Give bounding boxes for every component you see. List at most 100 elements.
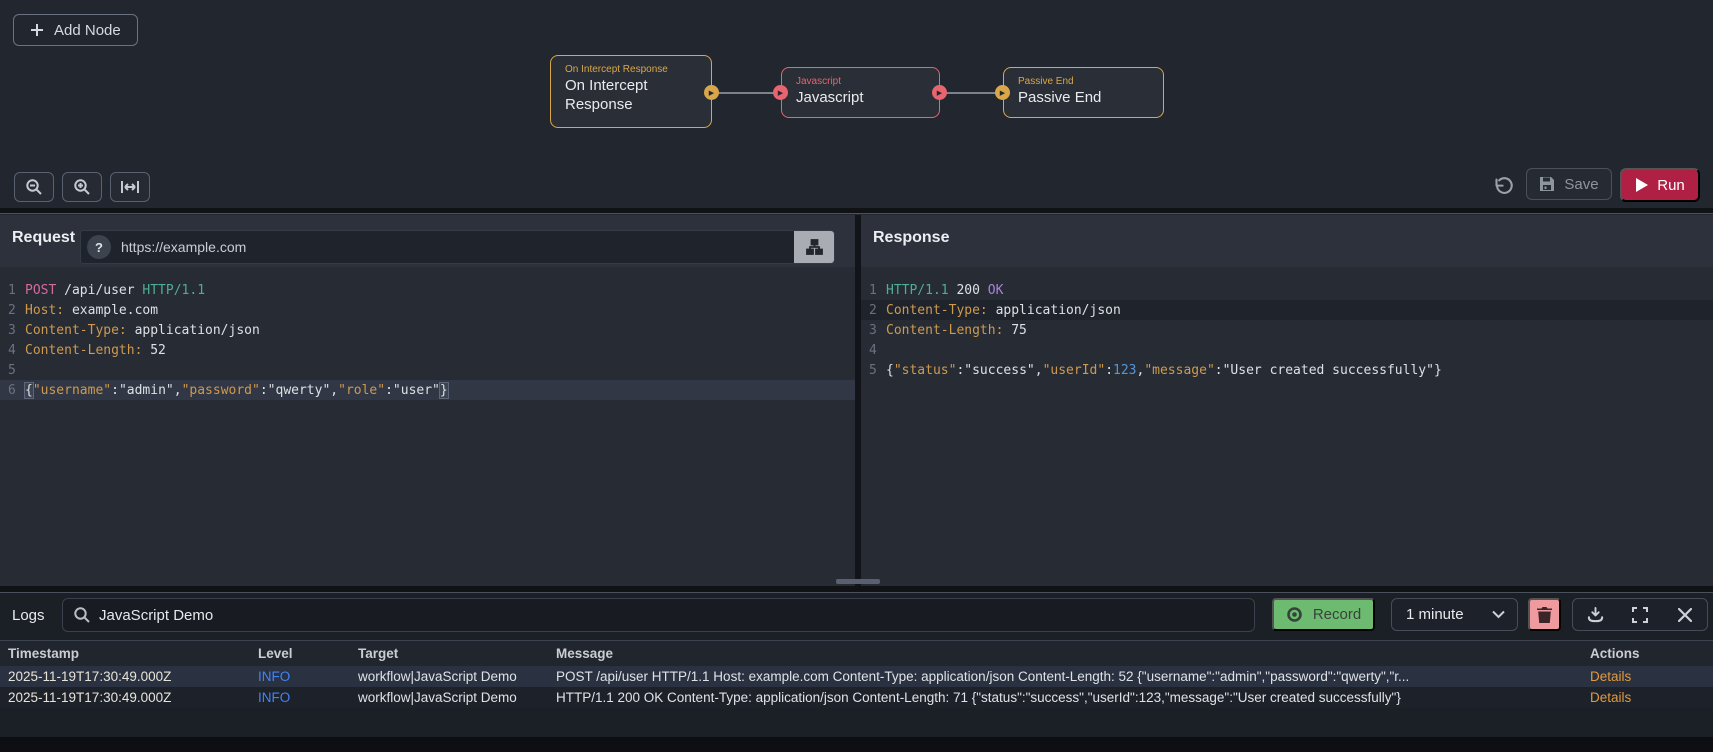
code-token: : (385, 382, 393, 398)
code-line[interactable]: 4 Content-Length: 52 (0, 340, 855, 360)
fullscreen-button[interactable] (1625, 601, 1655, 629)
add-node-button[interactable]: Add Node (13, 14, 138, 46)
help-icon[interactable]: ? (87, 235, 111, 259)
undo-button[interactable] (1490, 173, 1516, 199)
code-token: "qwerty" (267, 382, 331, 398)
code-line[interactable]: 3 Content-Type: application/json (0, 320, 855, 340)
log-row[interactable]: 2025-11-19T17:30:49.000Z INFO workflow|J… (0, 666, 1713, 687)
node-input-port[interactable]: ▶ (773, 85, 788, 100)
code-token: Content-Length: (25, 342, 143, 358)
code-token: } (1433, 362, 1442, 378)
node-name: Javascript (796, 89, 864, 106)
node-input-port[interactable]: ▶ (995, 85, 1010, 100)
node-on-intercept-response[interactable]: On Intercept Response On Intercept Respo… (550, 55, 712, 128)
fit-width-icon (120, 179, 140, 195)
line-number: 5 (8, 362, 16, 378)
line-number: 6 (8, 382, 16, 398)
code-token: /api/user (56, 282, 143, 298)
details-link[interactable]: Details (1582, 690, 1713, 705)
code-token: 52 (142, 342, 166, 358)
code-token: 123 (1113, 362, 1137, 378)
code-token: { (886, 362, 894, 378)
code-line[interactable]: 6 {"username":"admin","password":"qwerty"… (0, 380, 855, 400)
code-token: "user" (392, 382, 440, 398)
download-button[interactable] (1580, 601, 1610, 629)
col-header-target: Target (358, 646, 399, 661)
log-message: POST /api/user HTTP/1.1 Host: example.co… (556, 669, 1410, 684)
run-button[interactable]: Run (1620, 168, 1700, 202)
code-token: example.com (64, 302, 159, 318)
sitemap-icon (805, 239, 823, 255)
code-token: } (439, 382, 448, 398)
logs-search-input[interactable] (99, 599, 1239, 631)
line-number: 1 (8, 282, 16, 298)
logs-search[interactable] (62, 598, 1255, 632)
code-token: "username" (32, 382, 112, 398)
response-panel: Response 1 HTTP/1.1 200 OK 2 Content-Type: … (861, 215, 1713, 586)
code-line[interactable]: 2 Host: example.com (0, 300, 855, 320)
code-line[interactable]: 2 Content-Type: application/json (861, 300, 1713, 320)
code-line[interactable]: 1 HTTP/1.1 200 OK (861, 280, 1713, 300)
code-token: "password" (181, 382, 260, 398)
log-message: HTTP/1.1 200 OK Content-Type: applicatio… (556, 690, 1401, 705)
code-token: 75 (1003, 322, 1027, 338)
url-input[interactable] (121, 231, 781, 263)
code-token: "User created successfully" (1222, 362, 1434, 378)
line-number: 4 (869, 342, 877, 358)
node-output-port[interactable]: ▶ (932, 85, 947, 100)
record-button[interactable]: Record (1272, 598, 1375, 631)
sitemap-button[interactable] (794, 231, 834, 263)
record-label: Record (1312, 606, 1362, 623)
zoom-in-button[interactable] (62, 172, 102, 202)
line-number: 3 (869, 322, 877, 338)
interval-dropdown[interactable]: 1 minute (1391, 598, 1518, 631)
url-bar[interactable]: ? (80, 230, 835, 264)
response-editor[interactable]: 1 HTTP/1.1 200 OK 2 Content-Type: applicati… (861, 267, 1713, 586)
run-label: Run (1657, 176, 1685, 194)
line-number: 2 (869, 302, 877, 318)
request-panel: Request ? 1 POST /api/user HTTP/1.1 2 Host:… (0, 215, 855, 586)
code-token: application/json (987, 302, 1121, 318)
log-row[interactable]: 2025-11-19T17:30:49.000Z INFO workflow|J… (0, 687, 1713, 708)
workflow-canvas[interactable]: Add Node On Intercept Response On Interc… (0, 0, 1713, 208)
code-line[interactable]: 1 POST /api/user HTTP/1.1 (0, 280, 855, 300)
details-link[interactable]: Details (1582, 669, 1713, 684)
node-passive-end[interactable]: Passive End Passive End (1003, 67, 1164, 118)
code-token: HTTP/1.1 (142, 282, 206, 298)
divider-drag-handle[interactable] (836, 579, 880, 584)
request-editor[interactable]: 1 POST /api/user HTTP/1.1 2 Host: example.c… (0, 267, 855, 586)
clear-logs-button[interactable] (1528, 598, 1561, 631)
code-line[interactable]: 4 (861, 340, 1713, 360)
code-line[interactable]: 5 {"status":"success","userId":123,"messa… (861, 360, 1713, 380)
log-level: INFO (258, 690, 291, 705)
fit-view-button[interactable] (110, 172, 150, 202)
editors-section: Request ? 1 POST /api/user HTTP/1.1 2 Host:… (0, 215, 1713, 586)
logs-panel: Logs Record 1 minute (0, 592, 1713, 752)
code-token: : (1105, 362, 1114, 378)
node-type-label: Javascript (796, 76, 842, 87)
node-output-port[interactable]: ▶ (704, 85, 719, 100)
code-token: "status" (893, 362, 957, 378)
code-line[interactable]: 3 Content-Length: 75 (861, 320, 1713, 340)
log-timestamp: 2025-11-19T17:30:49.000Z (8, 690, 172, 705)
code-token: "role" (338, 382, 386, 398)
request-title: Request (12, 229, 76, 246)
close-logs-button[interactable] (1670, 601, 1700, 629)
play-icon (1635, 178, 1649, 192)
logs-table-header: Timestamp Level Target Message Actions (0, 641, 1713, 666)
log-level: INFO (258, 669, 291, 684)
code-line[interactable]: 5 (0, 360, 855, 380)
save-label: Save (1564, 175, 1599, 193)
bottom-bar (0, 737, 1713, 752)
request-header: Request ? (0, 215, 855, 267)
node-javascript[interactable]: Javascript Javascript (781, 67, 940, 118)
line-number: 4 (8, 342, 16, 358)
node-name: Passive End (1018, 89, 1102, 106)
save-button[interactable]: Save (1526, 168, 1612, 200)
node-type-label: On Intercept Response (565, 64, 668, 75)
zoom-out-icon (25, 178, 43, 196)
code-token: , (330, 382, 339, 398)
zoom-out-button[interactable] (14, 172, 54, 202)
node-type-label: Passive End (1018, 76, 1074, 87)
code-token: , (1034, 362, 1043, 378)
